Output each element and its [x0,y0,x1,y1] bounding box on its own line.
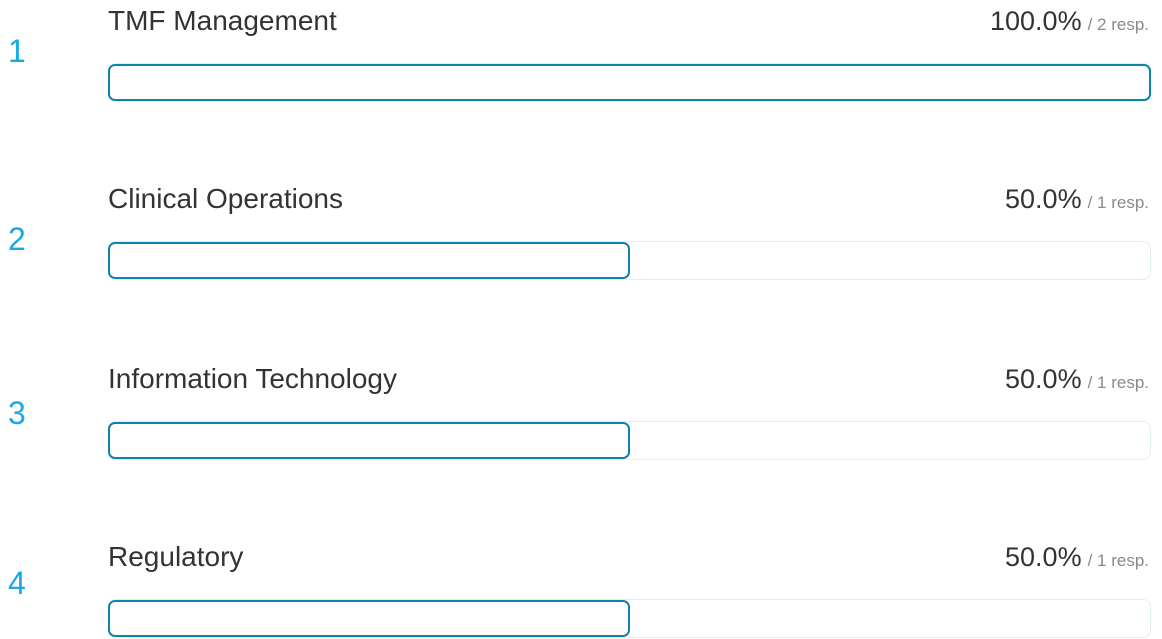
result-stat: 50.0% / 1 resp. [1005,544,1149,571]
result-stat: 50.0% / 1 resp. [1005,186,1149,213]
bar-fill [108,64,1151,101]
percent-value: 50.0% [1005,184,1082,214]
response-count: / 1 resp. [1087,373,1149,392]
result-stat: 100.0% / 2 resp. [990,8,1149,35]
option-label: TMF Management [108,5,337,36]
rank-number: 1 [8,33,26,69]
option-label: Information Technology [108,363,397,394]
option-label: Clinical Operations [108,183,343,214]
option-label: Regulatory [108,541,244,572]
bar-fill [108,600,630,637]
response-count: / 1 resp. [1087,193,1149,212]
result-stat: 50.0% / 1 resp. [1005,366,1149,393]
response-count: / 2 resp. [1087,15,1149,34]
response-count: / 1 resp. [1087,551,1149,570]
percent-value: 50.0% [1005,364,1082,394]
percent-value: 50.0% [1005,542,1082,572]
bar-fill [108,422,630,459]
rank-number: 2 [8,221,26,257]
percent-value: 100.0% [990,6,1082,36]
rank-number: 4 [8,565,26,601]
rank-number: 3 [8,395,26,431]
bar-fill [108,242,630,279]
